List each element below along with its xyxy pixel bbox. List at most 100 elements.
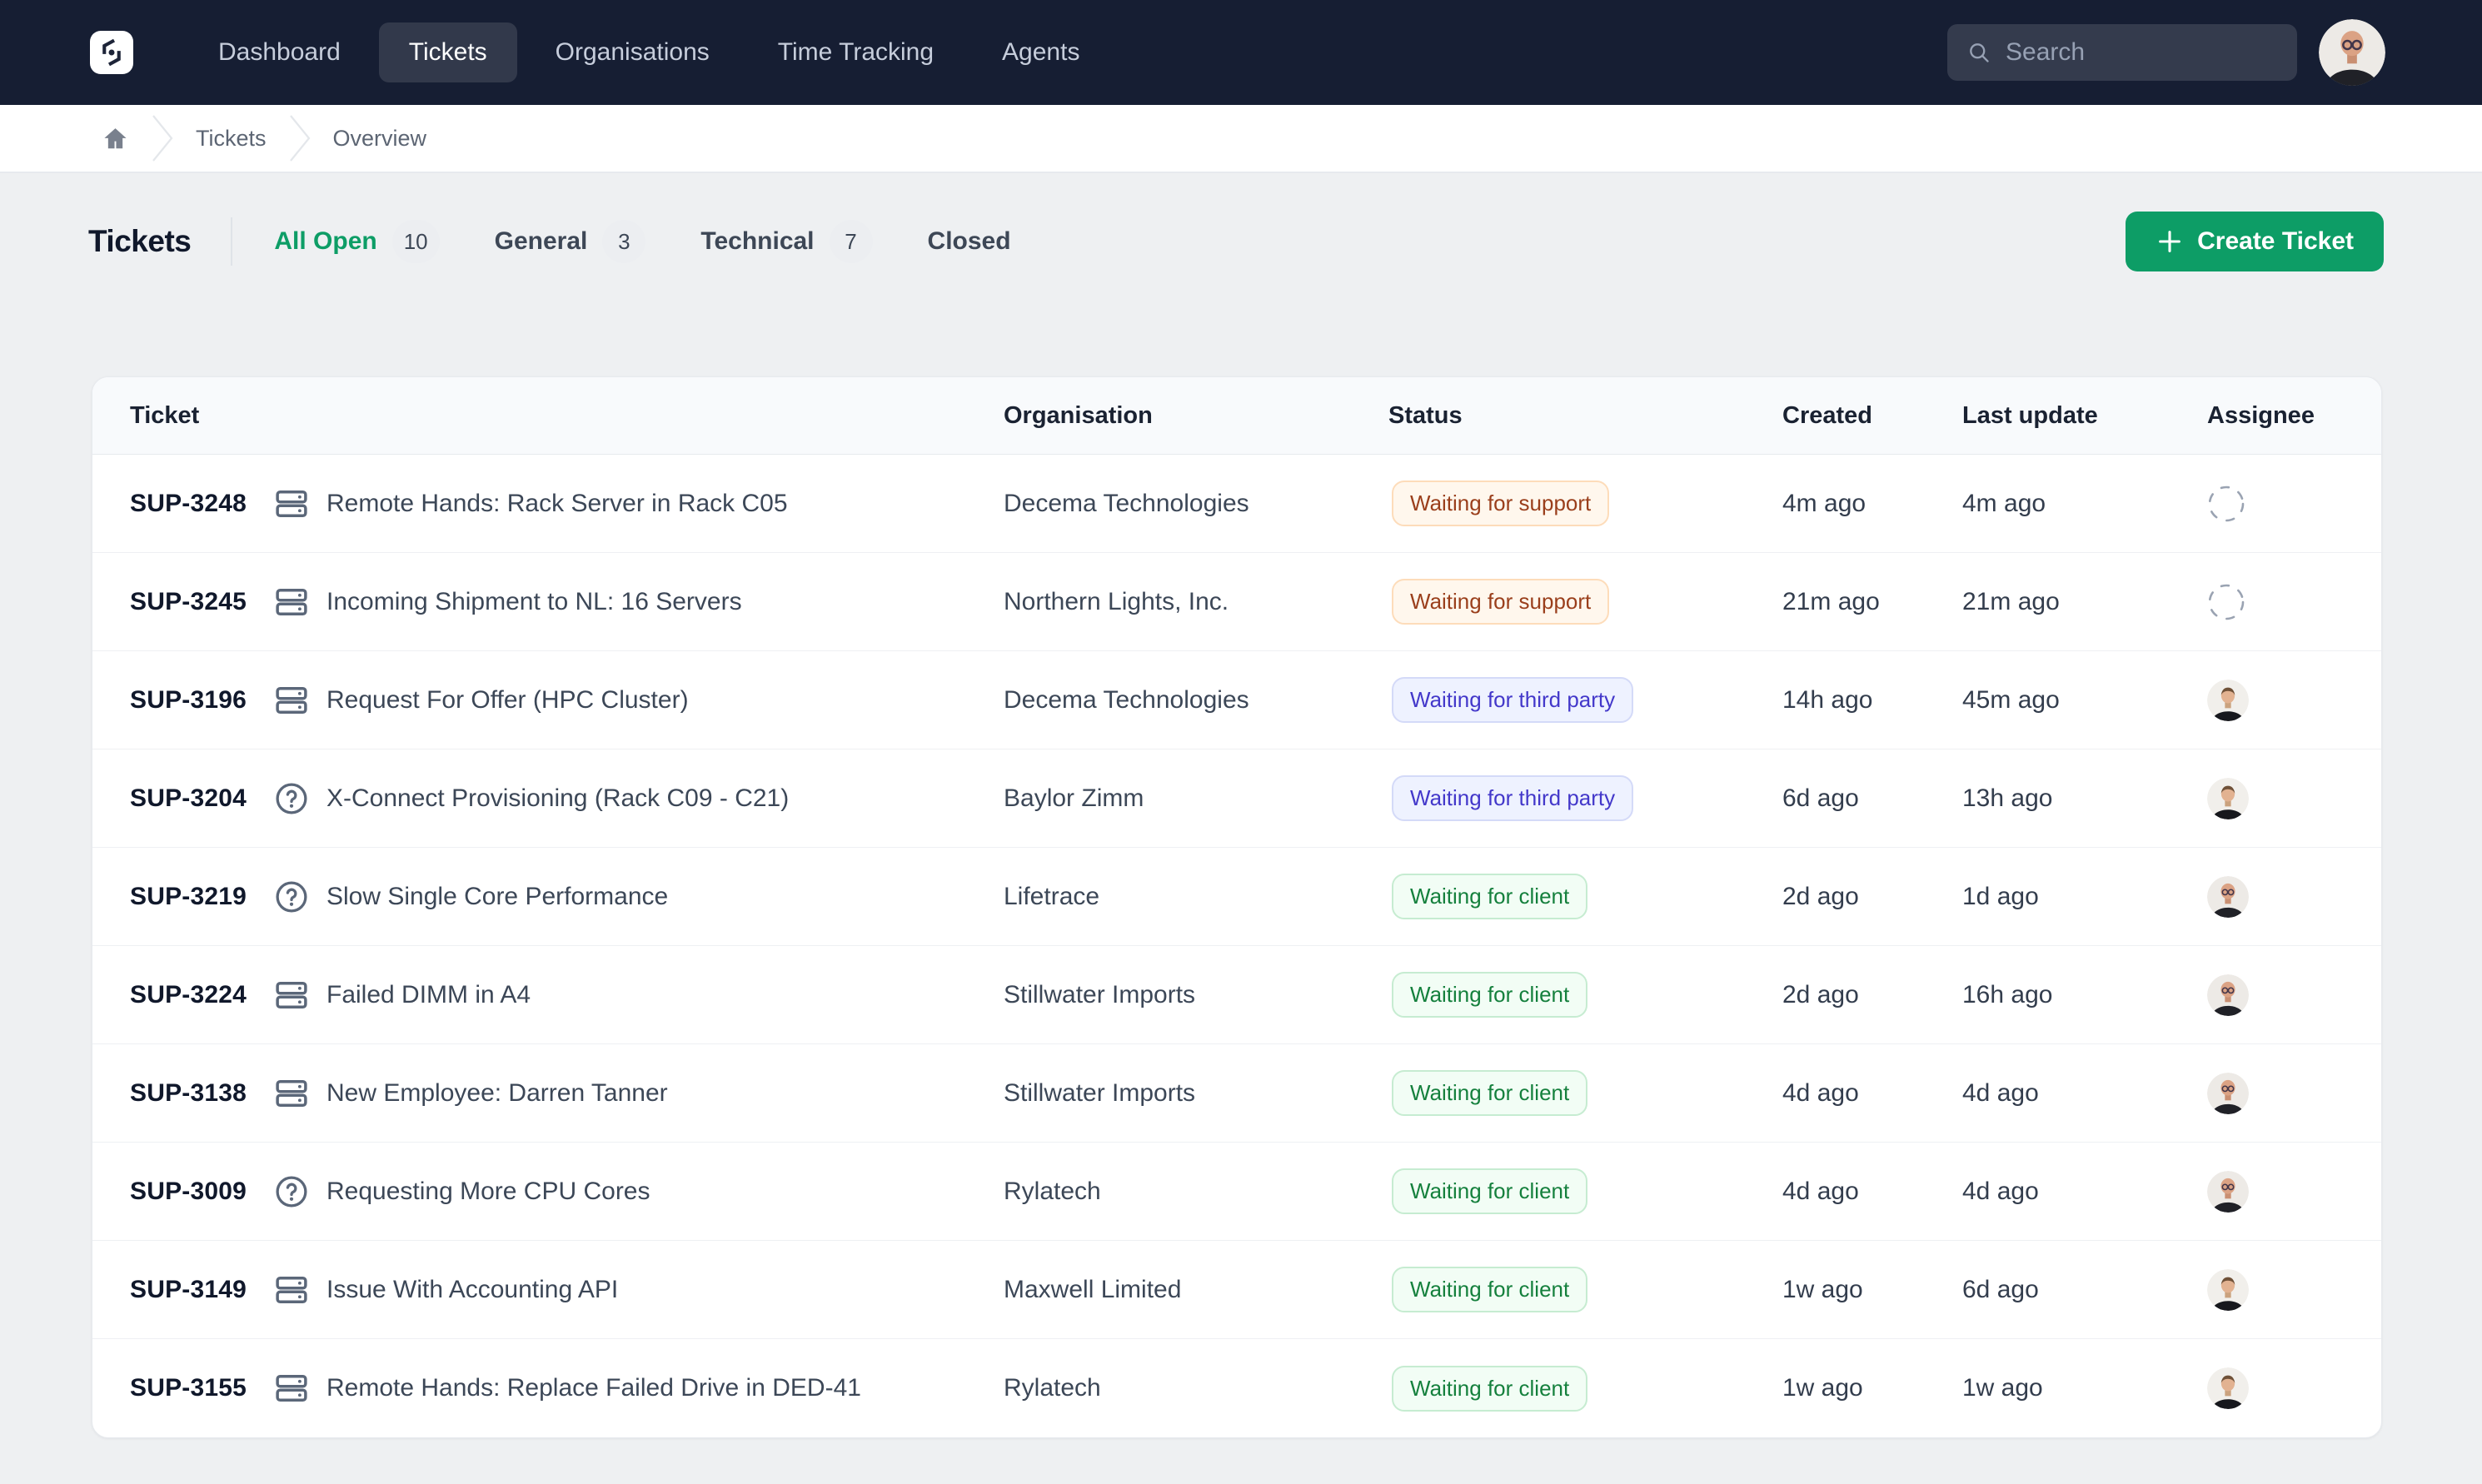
search-box[interactable] [1947,24,2297,81]
created-cell: 4d ago [1782,1178,1962,1206]
page-title: Tickets [88,224,191,259]
assignee-avatar [2319,19,2385,86]
ticket-title: Issue With Accounting API [326,1276,618,1304]
status-badge: Waiting for third party [1392,775,1633,821]
status-badge: Waiting for client [1392,1168,1587,1214]
tab-general[interactable]: General3 [495,220,646,263]
table-row[interactable]: SUP-3204 X-Connect Provisioning (Rack C0… [92,749,2381,848]
assignee-cell [2207,583,2344,621]
table-row[interactable]: SUP-3009 Requesting More CPU Cores Rylat… [92,1143,2381,1241]
ticket-id: SUP-3009 [130,1178,257,1206]
tab-all-open[interactable]: All Open10 [274,220,439,263]
column-header-assignee: Assignee [2207,402,2344,430]
nav-item-organisations[interactable]: Organisations [526,22,740,82]
assignee-cell [2207,1269,2344,1311]
ticket-id: SUP-3224 [130,981,257,1009]
last-update-cell: 1w ago [1962,1374,2207,1402]
last-update-cell: 16h ago [1962,981,2207,1009]
user-avatar[interactable] [2319,19,2385,86]
table-row[interactable]: SUP-3224 Failed DIMM in A4 Stillwater Im… [92,946,2381,1044]
table-row[interactable]: SUP-3149 Issue With Accounting API Maxwe… [92,1241,2381,1339]
ticket-cell: SUP-3009 Requesting More CPU Cores [130,1173,1004,1210]
ticket-title: X-Connect Provisioning (Rack C09 - C21) [326,784,789,813]
column-header-ticket: Ticket [130,402,1004,430]
status-badge: Waiting for client [1392,972,1587,1018]
ticket-id: SUP-3138 [130,1079,257,1108]
assignee-avatar [2207,1367,2249,1409]
assignee-avatar [2207,778,2249,819]
nav-item-tickets[interactable]: Tickets [379,22,517,82]
nav-item-dashboard[interactable]: Dashboard [188,22,371,82]
last-update-cell: 45m ago [1962,686,2207,715]
table-row[interactable]: SUP-3219 Slow Single Core Performance Li… [92,848,2381,946]
created-cell: 6d ago [1782,784,1962,813]
ticket-cell: SUP-3155 Remote Hands: Replace Failed Dr… [130,1370,1004,1407]
breadcrumb-item-tickets[interactable]: Tickets [196,126,267,152]
table-row[interactable]: SUP-3138 New Employee: Darren Tanner Sti… [92,1044,2381,1143]
table-row[interactable]: SUP-3245 Incoming Shipment to NL: 16 Ser… [92,553,2381,651]
organisation-cell: Baylor Zimm [1004,784,1388,813]
tab-label: Technical [700,227,814,256]
breadcrumb-separator [288,112,311,164]
organisation-cell: Stillwater Imports [1004,981,1388,1009]
nav-item-agents[interactable]: Agents [972,22,1109,82]
column-header-status: Status [1388,402,1782,430]
tickets-table: TicketOrganisationStatusCreatedLast upda… [92,376,2382,1438]
brand-logo[interactable] [90,31,133,74]
last-update-cell: 4d ago [1962,1178,2207,1206]
organisation-cell: Stillwater Imports [1004,1079,1388,1108]
organisation-cell: Decema Technologies [1004,490,1388,518]
tab-label: Closed [928,227,1011,256]
table-row[interactable]: SUP-3155 Remote Hands: Replace Failed Dr… [92,1339,2381,1437]
organisation-cell: Maxwell Limited [1004,1276,1388,1304]
tab-count-badge: 7 [830,220,873,263]
ticket-title: Remote Hands: Rack Server in Rack C05 [326,490,788,518]
create-ticket-button[interactable]: Create Ticket [2126,212,2384,271]
table-header-row: TicketOrganisationStatusCreatedLast upda… [92,377,2381,455]
column-header-last-update: Last update [1962,402,2207,430]
ticket-id: SUP-3219 [130,883,257,911]
status-badge: Waiting for client [1392,1070,1587,1116]
last-update-cell: 1d ago [1962,883,2207,911]
home-icon[interactable] [102,125,129,152]
ticket-title: Slow Single Core Performance [326,883,668,911]
status-badge: Waiting for support [1392,481,1609,526]
ticket-title: Remote Hands: Replace Failed Drive in DE… [326,1374,861,1402]
server-icon [273,1075,310,1112]
status-badge: Waiting for client [1392,1267,1587,1312]
tab-technical[interactable]: Technical 7 [700,220,872,263]
organisation-cell: Rylatech [1004,1374,1388,1402]
assignee-avatar [2207,974,2249,1016]
search-icon [1967,39,1991,66]
breadcrumb-item-overview[interactable]: Overview [333,126,427,152]
search-input[interactable] [2006,38,2277,67]
help-circle-icon [273,780,310,817]
brand-logo-icon [96,37,127,68]
created-cell: 1w ago [1782,1276,1962,1304]
organisation-cell: Rylatech [1004,1178,1388,1206]
ticket-cell: SUP-3149 Issue With Accounting API [130,1272,1004,1308]
ticket-cell: SUP-3248 Remote Hands: Rack Server in Ra… [130,486,1004,522]
tab-closed[interactable]: Closed [928,227,1011,256]
nav-item-time-tracking[interactable]: Time Tracking [748,22,964,82]
page-header: Tickets All Open10 General3 Technical 7 Clos… [0,173,2482,310]
ticket-cell: SUP-3245 Incoming Shipment to NL: 16 Ser… [130,584,1004,620]
created-cell: 1w ago [1782,1374,1962,1402]
organisation-cell: Northern Lights, Inc. [1004,588,1388,616]
ticket-id: SUP-3155 [130,1374,257,1402]
table-row[interactable]: SUP-3196 Request For Offer (HPC Cluster)… [92,651,2381,749]
ticket-cell: SUP-3224 Failed DIMM in A4 [130,977,1004,1013]
table-body: SUP-3248 Remote Hands: Rack Server in Ra… [92,455,2381,1437]
divider [231,217,232,266]
tab-label: All Open [274,227,376,256]
ticket-id: SUP-3248 [130,490,257,518]
top-navbar: DashboardTicketsOrganisationsTime Tracki… [0,0,2482,105]
assignee-cell [2207,1073,2344,1114]
assignee-cell [2207,778,2344,819]
ticket-filter-tabs: All Open10 General3 Technical 7 Closed [274,220,1010,263]
organisation-cell: Lifetrace [1004,883,1388,911]
last-update-cell: 6d ago [1962,1276,2207,1304]
ticket-id: SUP-3149 [130,1276,257,1304]
table-row[interactable]: SUP-3248 Remote Hands: Rack Server in Ra… [92,455,2381,553]
last-update-cell: 4m ago [1962,490,2207,518]
